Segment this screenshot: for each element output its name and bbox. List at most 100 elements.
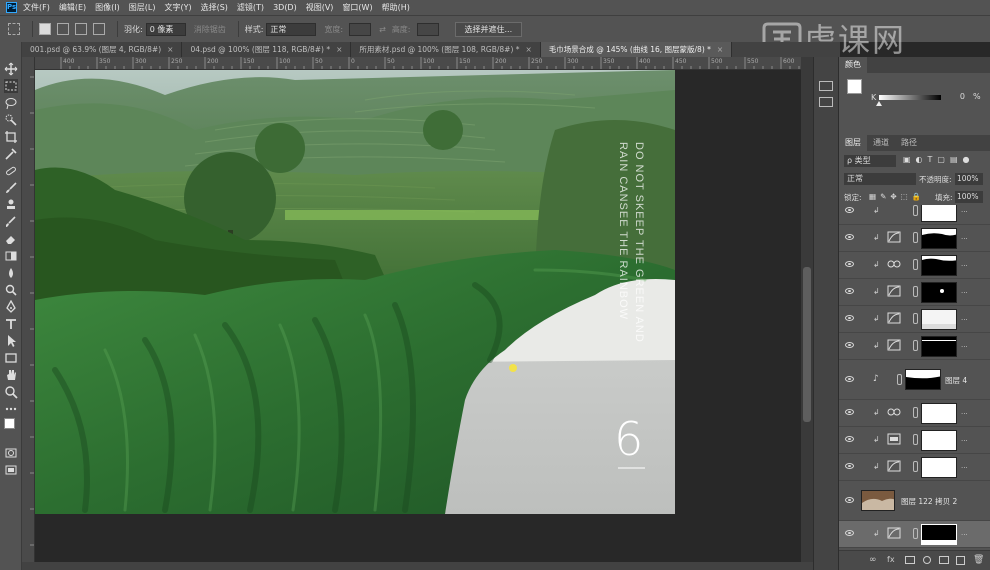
layer-mask-thumbnail[interactable] (921, 430, 957, 451)
stamp-tool-icon[interactable] (4, 198, 18, 212)
rectangle-tool-icon[interactable] (4, 351, 18, 365)
dodge-tool-icon[interactable] (4, 283, 18, 297)
feather-input[interactable]: 0 像素 (145, 22, 186, 36)
brush-tool-icon[interactable] (4, 181, 18, 195)
layer-row-layer-4[interactable]: ♪ 图层 4 (839, 360, 990, 400)
quick-mask-icon[interactable] (4, 446, 18, 460)
blur-tool-icon[interactable] (4, 266, 18, 280)
menu-filter[interactable]: 滤镜(T) (237, 2, 264, 13)
hand-tool-icon[interactable] (4, 368, 18, 382)
link-layers-icon[interactable]: ∞ (869, 555, 877, 565)
visibility-eye-icon[interactable] (845, 409, 854, 415)
mask-link-icon[interactable] (913, 528, 918, 539)
visibility-eye-icon[interactable] (845, 234, 854, 240)
mask-link-icon[interactable] (913, 407, 918, 418)
layer-mask-thumbnail[interactable] (921, 336, 957, 357)
blend-mode-select[interactable]: 正常 (844, 173, 916, 185)
visibility-eye-icon[interactable] (845, 497, 854, 503)
menu-image[interactable]: 图像(I) (95, 2, 120, 13)
eraser-tool-icon[interactable] (4, 232, 18, 246)
mask-link-icon[interactable] (913, 259, 918, 270)
tab-04-psd[interactable]: 04.psd @ 100% (图层 118, RGB/8#) * × (182, 42, 352, 57)
layer-row[interactable]: ↲ ... (839, 205, 990, 225)
kind-filter-select[interactable]: ρ 类型 (844, 155, 896, 167)
add-mask-icon[interactable] (905, 556, 915, 564)
menu-3d[interactable]: 3D(D) (273, 3, 297, 12)
layer-row[interactable]: ↲ ... (839, 252, 990, 279)
opacity-input[interactable]: 100% (955, 173, 983, 185)
layer-name[interactable]: 图层 4 (945, 375, 967, 386)
k-slider-thumb[interactable] (876, 101, 882, 106)
layer-mask-thumbnail[interactable] (921, 255, 957, 276)
fill-input[interactable]: 100% (955, 191, 983, 203)
lock-icons[interactable]: ▦✎✥⬚🔒 (869, 192, 925, 201)
layer-row[interactable]: ↲ ... (839, 279, 990, 306)
mask-link-icon[interactable] (913, 340, 918, 351)
menu-edit[interactable]: 编辑(E) (59, 2, 86, 13)
height-input[interactable] (416, 22, 439, 36)
vertical-scrollbar[interactable] (801, 57, 813, 562)
subtract-selection-icon[interactable] (75, 23, 87, 35)
mask-link-icon[interactable] (913, 232, 918, 243)
history-panel-icon[interactable] (819, 81, 833, 91)
mask-link-icon[interactable] (913, 205, 918, 216)
layer-mask-thumbnail[interactable] (921, 524, 957, 545)
eyedropper-tool-icon[interactable] (4, 147, 18, 161)
vertical-ruler[interactable] (22, 57, 35, 570)
filter-icons[interactable]: ▣◐T▢▤● (903, 155, 975, 164)
menu-window[interactable]: 窗口(W) (342, 2, 372, 13)
layer-row[interactable]: ↲ ... (839, 454, 990, 481)
new-fill-layer-icon[interactable] (923, 556, 931, 564)
tab-paths[interactable]: 路径 (895, 135, 923, 151)
mask-link-icon[interactable] (913, 286, 918, 297)
fg-color-swatch[interactable] (847, 79, 862, 94)
gradient-tool-icon[interactable] (4, 249, 18, 263)
crop-tool-icon[interactable] (4, 130, 18, 144)
path-selection-tool-icon[interactable] (4, 334, 18, 348)
move-tool-icon[interactable] (4, 62, 18, 76)
history-brush-tool-icon[interactable] (4, 215, 18, 229)
antialias-checkbox[interactable]: 消除锯齿 (194, 24, 226, 35)
layer-row[interactable]: ↲ ... (839, 225, 990, 252)
menu-type[interactable]: 文字(Y) (164, 2, 191, 13)
tab-001-psd[interactable]: 001.psd @ 63.9% (图层 4, RGB/8#) × (22, 42, 183, 57)
layer-row[interactable]: ↲ ... (839, 306, 990, 333)
screen-mode-icon[interactable] (4, 463, 18, 477)
visibility-eye-icon[interactable] (845, 288, 854, 294)
document-artboard[interactable]: DO NOT SKEEP THE GREEN AND RAIN CANSEE T… (35, 70, 675, 514)
k-slider[interactable] (879, 95, 941, 100)
layer-mask-thumbnail[interactable] (921, 403, 957, 424)
menu-file[interactable]: 文件(F) (23, 2, 50, 13)
delete-layer-icon[interactable]: 🗑 (973, 555, 984, 565)
layer-row-selected[interactable]: ↲ ... (839, 521, 990, 548)
mask-link-icon[interactable] (913, 461, 918, 472)
close-icon[interactable]: × (336, 45, 342, 54)
lasso-tool-icon[interactable] (4, 96, 18, 110)
scrollbar-thumb[interactable] (803, 267, 811, 422)
layer-name[interactable]: 图层 122 拷贝 2 (901, 496, 957, 507)
color-swatches-icon[interactable] (4, 418, 20, 442)
visibility-eye-icon[interactable] (845, 436, 854, 442)
layer-row[interactable]: ↲ ... (839, 333, 990, 360)
close-icon[interactable]: × (167, 45, 173, 54)
menu-layer[interactable]: 图层(L) (129, 2, 156, 13)
menu-view[interactable]: 视图(V) (306, 2, 334, 13)
tab-assets-psd[interactable]: 所用素材.psd @ 100% (图层 108, RGB/8#) * × (351, 42, 541, 57)
marquee-preset-icon[interactable] (8, 23, 20, 35)
type-tool-icon[interactable] (4, 317, 18, 331)
select-and-mask-button[interactable]: 选择并遮住... (454, 21, 523, 37)
width-input[interactable] (349, 22, 372, 36)
intersect-selection-icon[interactable] (93, 23, 105, 35)
close-icon[interactable]: × (526, 45, 532, 54)
layer-mask-thumbnail[interactable] (921, 282, 957, 303)
layer-mask-thumbnail[interactable] (905, 369, 941, 390)
visibility-eye-icon[interactable] (845, 207, 854, 213)
layer-mask-thumbnail[interactable] (921, 457, 957, 478)
mask-link-icon[interactable] (897, 374, 902, 385)
layer-mask-thumbnail[interactable] (921, 309, 957, 330)
fx-icon[interactable]: fx (887, 555, 895, 564)
style-select[interactable]: 正常 (266, 22, 317, 36)
visibility-eye-icon[interactable] (845, 261, 854, 267)
properties-panel-icon[interactable] (819, 97, 833, 107)
layer-mask-thumbnail[interactable] (921, 205, 957, 222)
